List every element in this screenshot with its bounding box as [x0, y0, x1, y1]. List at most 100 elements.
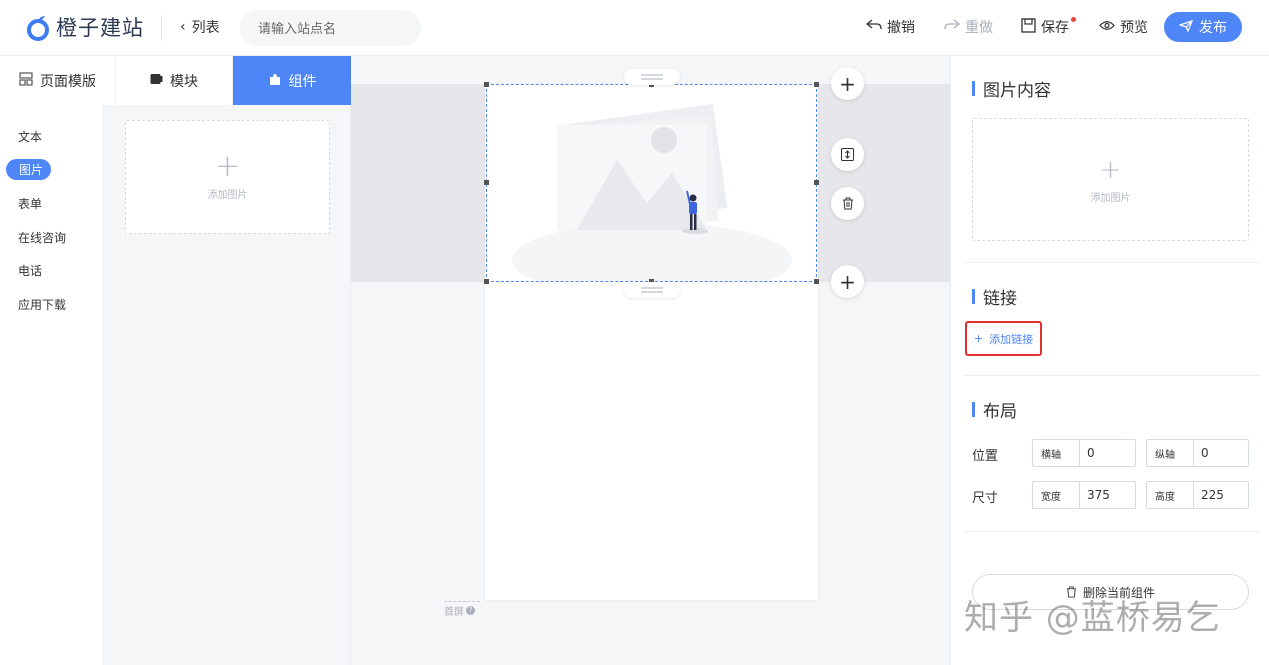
layout-section-title: 布局 — [972, 397, 1017, 422]
resize-handle[interactable] — [814, 180, 819, 185]
preview-button[interactable]: 预览 — [1099, 17, 1148, 37]
height-label: 高度 — [1147, 482, 1194, 508]
resize-handle[interactable] — [814, 82, 819, 87]
width-field[interactable]: 宽度 375 — [1032, 481, 1136, 509]
category-online-chat[interactable]: 在线咨询 — [18, 229, 66, 246]
section-divider — [964, 262, 1260, 263]
module-icon — [150, 73, 163, 89]
drag-lines-icon — [641, 287, 663, 293]
section-divider — [964, 375, 1260, 376]
x-axis-field[interactable]: 横轴 0 — [1032, 439, 1136, 467]
x-axis-value[interactable]: 0 — [1080, 440, 1135, 466]
back-to-list-link[interactable]: ‹ 列表 — [180, 17, 220, 37]
category-image[interactable]: 图片 — [6, 159, 52, 180]
publish-label: 发布 — [1199, 19, 1227, 35]
position-label: 位置 — [972, 449, 999, 464]
plus-icon: + — [1099, 154, 1122, 185]
upload-label: 添加图片 — [1090, 192, 1131, 204]
redo-icon — [944, 19, 961, 35]
category-phone[interactable]: 电话 — [18, 262, 42, 279]
first-screen-marker: 首屏 ? — [444, 603, 475, 618]
unsaved-dot — [1071, 17, 1076, 22]
template-icon — [19, 71, 33, 90]
section-drag-handle-top[interactable] — [624, 69, 680, 85]
link-section-title: 链接 — [972, 284, 1017, 309]
fit-height-icon — [841, 148, 854, 161]
y-axis-value[interactable]: 0 — [1194, 440, 1248, 466]
image-content-section-title: 图片内容 — [972, 76, 1051, 101]
plus-icon: + — [839, 269, 856, 294]
add-section-below-button[interactable]: + — [831, 265, 864, 298]
undo-icon — [865, 19, 882, 35]
add-image-component-card[interactable]: + 添加图片 — [125, 120, 330, 234]
image-upload-box[interactable]: + 添加图片 — [972, 118, 1249, 241]
drag-lines-icon — [641, 74, 663, 80]
add-image-label: 添加图片 — [207, 190, 248, 201]
orange-logo-icon — [26, 13, 50, 41]
width-value[interactable]: 375 — [1080, 482, 1135, 508]
save-button[interactable]: 保存 — [1021, 17, 1076, 37]
add-link-label: 添加链接 — [989, 332, 1034, 346]
tab-component[interactable]: 组件 — [233, 56, 351, 105]
add-link-button[interactable]: + 添加链接 — [965, 321, 1042, 356]
plus-icon: + — [839, 71, 856, 96]
size-label: 尺寸 — [972, 491, 999, 506]
save-label: 保存 — [1041, 20, 1069, 36]
tab-module[interactable]: 模块 — [116, 56, 233, 105]
plus-icon: + — [973, 332, 984, 345]
top-toolbar: 橙子建站 ‹ 列表 撤销 重做 保存 预览 发布 — [0, 0, 1269, 56]
eye-icon — [1099, 19, 1115, 35]
preview-label: 预览 — [1120, 20, 1148, 36]
y-axis-label: 纵轴 — [1147, 440, 1194, 466]
plus-icon: + — [214, 149, 241, 184]
puzzle-icon — [268, 72, 282, 90]
component-palette: + 添加图片 — [104, 105, 351, 665]
component-category-list: 文本 图片 表单 在线咨询 电话 应用下载 — [0, 105, 104, 665]
category-form[interactable]: 表单 — [18, 195, 42, 212]
resize-handle[interactable] — [484, 279, 489, 284]
resize-handle[interactable] — [484, 180, 489, 185]
section-title-text: 图片内容 — [983, 81, 1051, 101]
section-height-button[interactable] — [831, 138, 864, 171]
section-accent-bar — [972, 402, 975, 417]
delete-section-button[interactable] — [831, 187, 864, 220]
tab-label: 组件 — [288, 73, 317, 90]
resize-handle[interactable] — [814, 279, 819, 284]
section-divider — [964, 531, 1260, 532]
redo-button[interactable]: 重做 — [944, 17, 993, 37]
height-value[interactable]: 225 — [1194, 482, 1248, 508]
redo-label: 重做 — [965, 20, 993, 36]
tab-label: 模块 — [170, 73, 198, 90]
trash-icon — [842, 197, 853, 210]
undo-button[interactable]: 撤销 — [865, 17, 915, 37]
image-placeholder-illustration — [512, 103, 792, 281]
first-screen-label: 首屏 — [444, 607, 464, 618]
tab-page-template[interactable]: 页面模版 — [0, 56, 116, 105]
left-panel-tabs: 页面模版 模块 组件 — [0, 56, 351, 105]
add-section-above-button[interactable]: + — [831, 67, 864, 100]
site-name-input[interactable] — [240, 10, 421, 46]
save-icon — [1021, 17, 1036, 37]
section-title-text: 链接 — [983, 289, 1017, 309]
back-label: 列表 — [191, 20, 220, 36]
logo-text: 橙子建站 — [56, 16, 144, 40]
section-title-text: 布局 — [983, 402, 1017, 422]
help-icon[interactable]: ? — [466, 606, 475, 615]
app-logo[interactable]: 橙子建站 — [26, 12, 144, 42]
section-accent-bar — [972, 289, 975, 304]
selected-image-component[interactable] — [486, 84, 817, 282]
tab-label: 页面模版 — [40, 73, 96, 90]
y-axis-field[interactable]: 纵轴 0 — [1146, 439, 1249, 467]
category-app-download[interactable]: 应用下载 — [18, 296, 66, 313]
header-divider — [161, 15, 162, 41]
publish-button[interactable]: 发布 — [1164, 12, 1242, 42]
editor-canvas: + + 首屏 ? — [351, 56, 950, 665]
category-text[interactable]: 文本 — [18, 128, 42, 145]
height-field[interactable]: 高度 225 — [1146, 481, 1249, 509]
undo-label: 撤销 — [887, 20, 915, 36]
properties-panel: 图片内容 + 添加图片 链接 + 添加链接 布局 位置 横轴 0 纵轴 0 尺寸… — [950, 56, 1269, 665]
section-drag-handle-bottom[interactable] — [624, 282, 680, 298]
width-label: 宽度 — [1033, 482, 1080, 508]
resize-handle[interactable] — [484, 82, 489, 87]
section-accent-bar — [972, 81, 975, 96]
